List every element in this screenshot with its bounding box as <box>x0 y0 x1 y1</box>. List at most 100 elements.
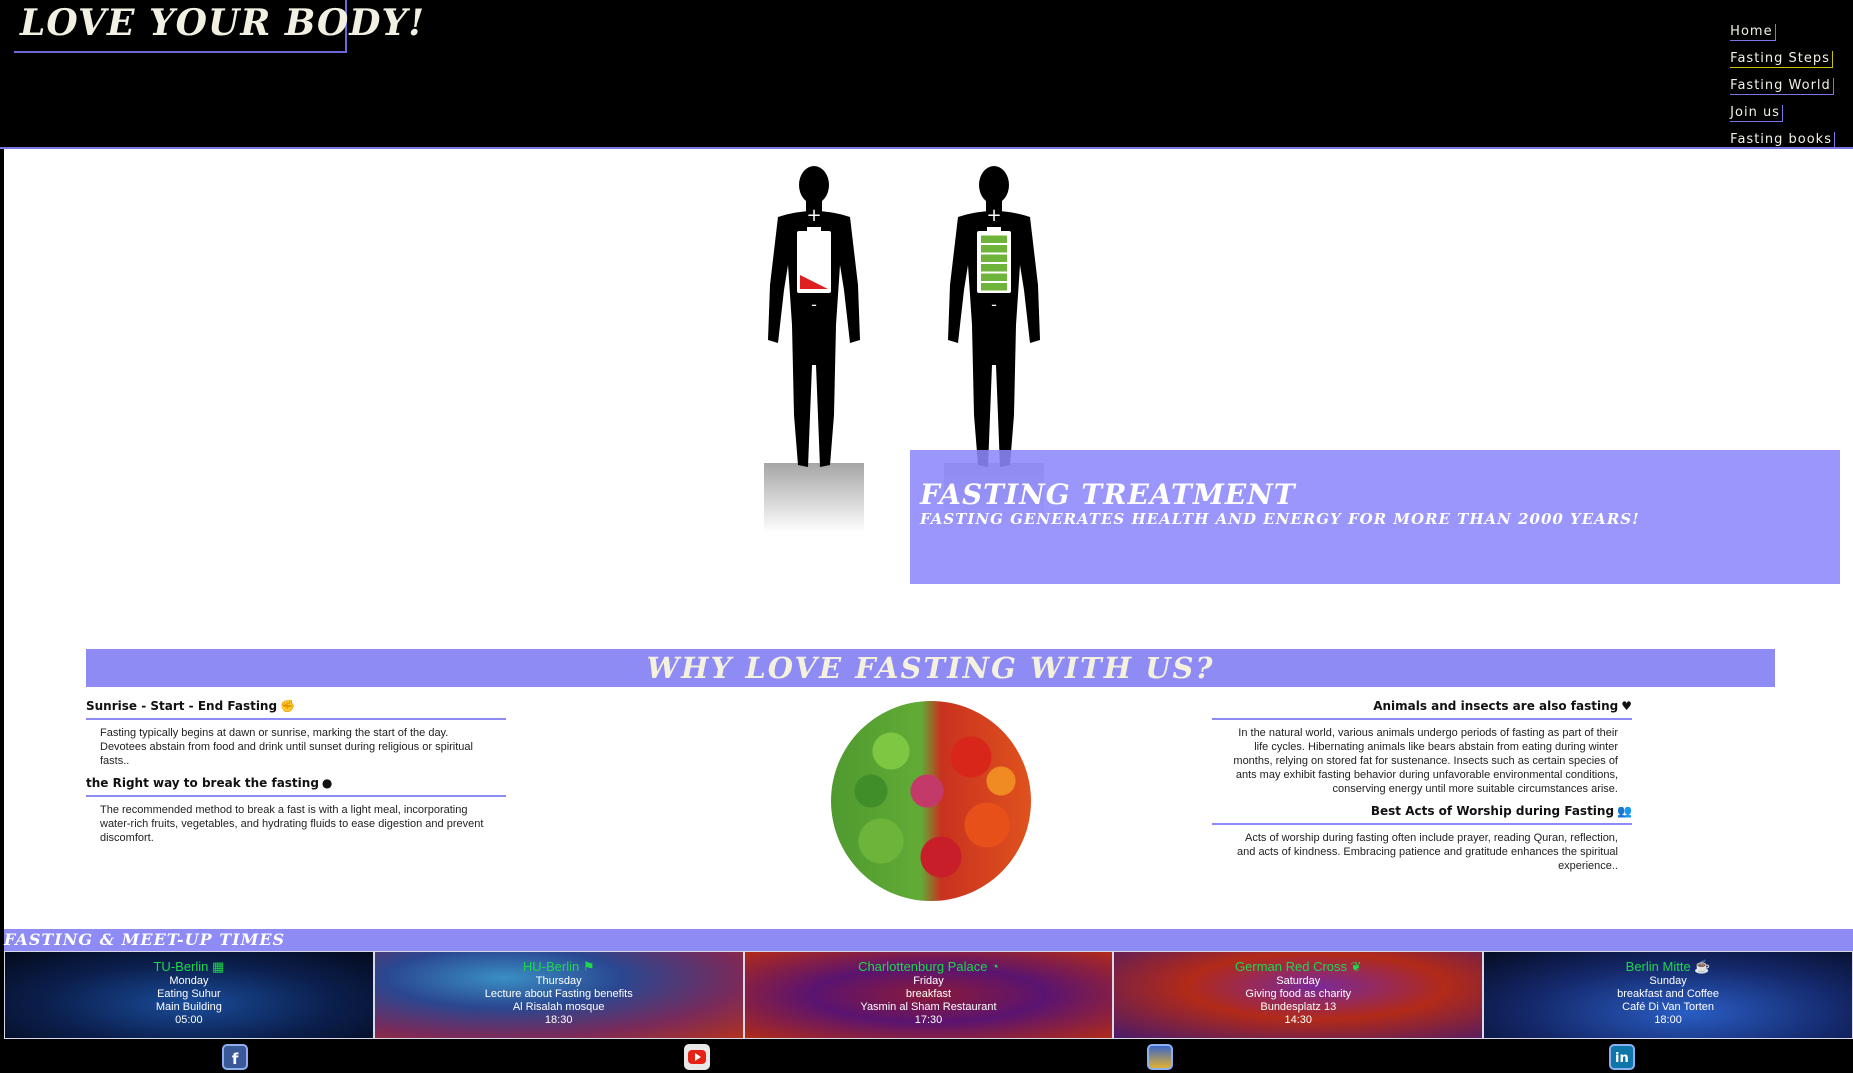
meetup-card[interactable]: German Red Cross ❦ Saturday Giving food … <box>1113 951 1484 1039</box>
svg-text:+: + <box>986 205 1001 226</box>
nav-join-us[interactable]: Join us <box>1730 105 1835 132</box>
meetup-card[interactable]: Charlottenburg Palace ◔ Friday breakfast… <box>743 951 1114 1039</box>
heading-animals: Animals and insects are also fasting <box>1373 699 1619 713</box>
meetup-cards: TU-Berlin ▦ Monday Eating Suhur Main Bui… <box>4 951 1853 1039</box>
why-section-title: WHY LOVE FASTING WITH US? <box>86 649 1775 687</box>
nav-fasting-world[interactable]: Fasting World <box>1730 78 1835 105</box>
meetup-title: FASTING & MEET-UP TIMES <box>4 930 286 949</box>
card-location: Bundesplatz 13 <box>1260 1001 1337 1013</box>
card-location: Yasmin al Sham Restaurant <box>860 1001 997 1013</box>
facebook-icon[interactable]: f <box>222 1044 249 1070</box>
heading-worship: Best Acts of Worship during Fasting <box>1370 804 1615 818</box>
nav-home-label: Home <box>1730 24 1776 41</box>
svg-text:-: - <box>991 295 997 314</box>
card-time: 05:00 <box>175 1014 203 1026</box>
coffee-icon: ☕ <box>1694 959 1711 974</box>
section-text: Fasting typically begins at dawn or sunr… <box>100 727 473 767</box>
card-activity: Eating Suhur <box>157 988 221 1000</box>
card-location: Main Building <box>155 1001 222 1013</box>
social-slot: f <box>4 1039 466 1073</box>
flag-icon: ⚑ <box>582 959 595 974</box>
card-place: German Red Cross ❦ <box>1114 959 1482 975</box>
card-time: 14:30 <box>1284 1014 1313 1026</box>
section-heading: Animals and insects are also fasting ♥ <box>1212 699 1632 720</box>
why-right-column: Animals and insects are also fasting ♥ In… <box>1212 699 1632 881</box>
brain-icon: ● <box>321 776 333 790</box>
card-place: Charlottenburg Palace ◔ <box>745 959 1113 975</box>
figure-low-energy: + - <box>764 166 864 533</box>
card-day: Thursday <box>535 975 582 987</box>
card-day: Monday <box>169 975 209 987</box>
section-text: In the natural world, various animals un… <box>1233 727 1618 795</box>
users-icon: 👥 <box>1617 804 1632 818</box>
card-place: HU-Berlin ⚑ <box>375 959 743 975</box>
leaf-icon: ❦ <box>1350 959 1362 974</box>
section-heading: Sunrise - Start - End Fasting ✊ <box>86 699 506 720</box>
section-text: Acts of worship during fasting often inc… <box>1237 832 1618 872</box>
hero-banner: FASTING TREATMENT FASTING GENERATES HEAL… <box>910 450 1840 584</box>
meetup-card[interactable]: HU-Berlin ⚑ Thursday Lecture about Fasti… <box>373 951 744 1039</box>
svg-text:-: - <box>811 295 817 314</box>
card-place-text: Charlottenburg Palace <box>858 959 988 974</box>
social-slot: in <box>1391 1039 1853 1073</box>
food-icon: ◔ <box>991 959 999 974</box>
why-left-column: Sunrise - Start - End Fasting ✊ Fasting t… <box>86 699 506 853</box>
nav-join-us-label: Join us <box>1730 105 1783 122</box>
card-location: Café Di Van Torten <box>1622 1001 1715 1013</box>
card-place-text: Berlin Mitte <box>1625 959 1691 974</box>
section-heading: Best Acts of Worship during Fasting 👥 <box>1212 804 1632 825</box>
battery-cell <box>981 273 1007 281</box>
card-day: Saturday <box>1276 975 1321 987</box>
heading-break-fast: the Right way to break the fasting <box>86 776 319 790</box>
nav-fasting-world-label: Fasting World <box>1730 78 1834 95</box>
berlin-icon[interactable] <box>1146 1044 1173 1070</box>
linkedin-icon[interactable]: in <box>1608 1044 1635 1070</box>
section-text: The recommended method to break a fast i… <box>100 804 484 844</box>
section-heading: the Right way to break the fasting ● <box>86 776 506 797</box>
hero-subtitle: FASTING GENERATES HEALTH AND ENERGY FOR … <box>920 510 1640 528</box>
card-place: Berlin Mitte ☕ <box>1484 959 1852 975</box>
heart-icon: ♥ <box>1621 699 1632 713</box>
card-day: Friday <box>913 975 944 987</box>
card-time: 17:30 <box>914 1014 943 1026</box>
youtube-icon[interactable] <box>684 1044 711 1070</box>
meetup-card[interactable]: Berlin Mitte ☕ Sunday breakfast and Coff… <box>1483 951 1853 1039</box>
battery-cell <box>981 283 1007 291</box>
hero-title: FASTING TREATMENT <box>920 478 1296 511</box>
nav-home[interactable]: Home <box>1730 24 1835 51</box>
social-slot <box>929 1039 1391 1073</box>
card-activity: Giving food as charity <box>1245 988 1352 1000</box>
card-location: Al Risalah mosque <box>512 1001 605 1013</box>
battery-cell <box>981 245 1007 253</box>
meetup-card[interactable]: TU-Berlin ▦ Monday Eating Suhur Main Bui… <box>4 951 374 1039</box>
nav-fasting-steps[interactable]: Fasting Steps <box>1730 51 1835 78</box>
nav-fasting-steps-label: Fasting Steps <box>1730 51 1833 68</box>
heading-sunrise: Sunrise - Start - End Fasting <box>86 699 278 713</box>
social-footer: f in <box>4 1039 1853 1073</box>
card-place: TU-Berlin ▦ <box>5 959 373 975</box>
building-icon: ▦ <box>212 959 225 974</box>
card-place-text: TU-Berlin <box>153 959 209 974</box>
card-time: 18:00 <box>1654 1014 1682 1026</box>
card-activity: Lecture about Fasting benefits <box>484 988 633 1000</box>
meetup-title-bar: FASTING & MEET-UP TIMES <box>4 929 1853 951</box>
svg-text:+: + <box>806 205 821 226</box>
vegetables-image <box>831 701 1031 901</box>
why-title: WHY LOVE FASTING WITH US? <box>646 651 1215 685</box>
main-content: + - + - FASTING TREATMENT FASTING GENERA… <box>4 149 1853 929</box>
social-slot <box>466 1039 928 1073</box>
card-activity: breakfast <box>905 988 952 1000</box>
card-time: 18:30 <box>544 1014 573 1026</box>
fist-icon: ✊ <box>280 699 296 713</box>
card-day: Sunday <box>1649 975 1687 987</box>
battery-cell <box>981 264 1007 272</box>
card-place-text: German Red Cross <box>1235 959 1348 974</box>
logo-text: LOVE YOUR BODY! <box>20 2 426 44</box>
battery-cell <box>981 254 1007 262</box>
nav-fasting-books-label: Fasting books <box>1730 132 1835 149</box>
card-place-text: HU-Berlin <box>522 959 580 974</box>
card-activity: breakfast and Coffee <box>1617 988 1720 1000</box>
site-logo[interactable]: LOVE YOUR BODY! <box>14 0 424 53</box>
site-header: LOVE YOUR BODY! Home Fasting Steps Fasti… <box>0 0 1853 149</box>
main-nav: Home Fasting Steps Fasting World Join us… <box>1730 24 1835 159</box>
